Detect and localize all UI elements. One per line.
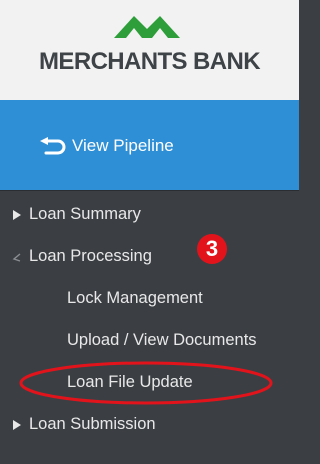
view-pipeline-label: View Pipeline [72,136,174,155]
step-number-badge: 3 [197,234,227,264]
sidebar-item-label: Loan Summary [29,205,141,223]
sidebar-item-label: Loan Processing [29,247,152,265]
sidebar-item-loan-processing[interactable]: Loan Processing [0,242,299,272]
bank-logo-text: MERCHANTS BANK [39,48,261,75]
bank-header: MERCHANTS BANK [0,0,299,100]
return-arrow-icon [40,137,66,155]
view-pipeline-link[interactable]: View Pipeline [40,134,174,158]
caret-right-icon [13,420,21,430]
caret-down-icon [12,253,21,262]
sidebar-item-label: Loan Submission [29,415,156,433]
sidebar-item-loan-submission[interactable]: Loan Submission [0,410,299,440]
highlight-ellipse [19,361,273,405]
sidebar-subitem-label: Upload / View Documents [67,331,257,349]
divider [0,190,299,191]
sidebar-subitem-label: Lock Management [67,289,203,307]
sidebar-item-loan-summary[interactable]: Loan Summary [0,200,299,230]
sidebar-subitem-lock-management[interactable]: Lock Management [0,284,299,314]
sidebar-subitem-upload-view-documents[interactable]: Upload / View Documents [0,326,299,356]
merchants-bank-logo-icon [114,16,180,38]
caret-right-icon [13,210,21,220]
